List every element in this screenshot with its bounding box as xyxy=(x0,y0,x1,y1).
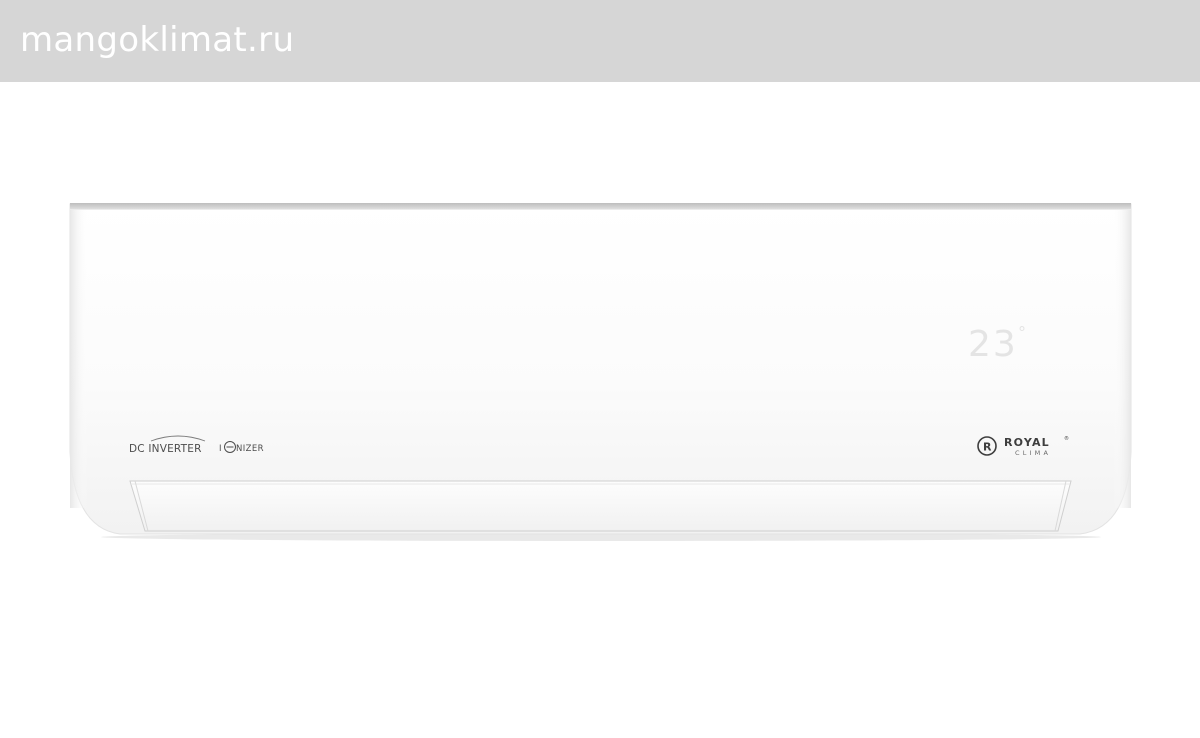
air-conditioner-unit: 23 ° DC INVERTER I NIZER R ROYAL ® CLIMA xyxy=(69,203,1132,541)
brand-registered-mark: ® xyxy=(1064,435,1069,442)
air-flap xyxy=(129,480,1072,532)
ionizer-rest: NIZER xyxy=(236,444,264,454)
degree-symbol: ° xyxy=(1018,323,1028,342)
left-edge-shade xyxy=(70,208,88,508)
brand-name: ROYAL xyxy=(1004,436,1050,449)
ionizer-prefix: I xyxy=(219,444,222,454)
brand-sub: CLIMA xyxy=(1015,449,1051,457)
right-edge-shade xyxy=(1113,208,1131,508)
top-grille-strip xyxy=(70,203,1131,209)
temperature-value: 23 xyxy=(968,324,1018,365)
dc-inverter-label: DC INVERTER xyxy=(129,443,202,455)
brand-logo-letter: R xyxy=(983,441,992,454)
